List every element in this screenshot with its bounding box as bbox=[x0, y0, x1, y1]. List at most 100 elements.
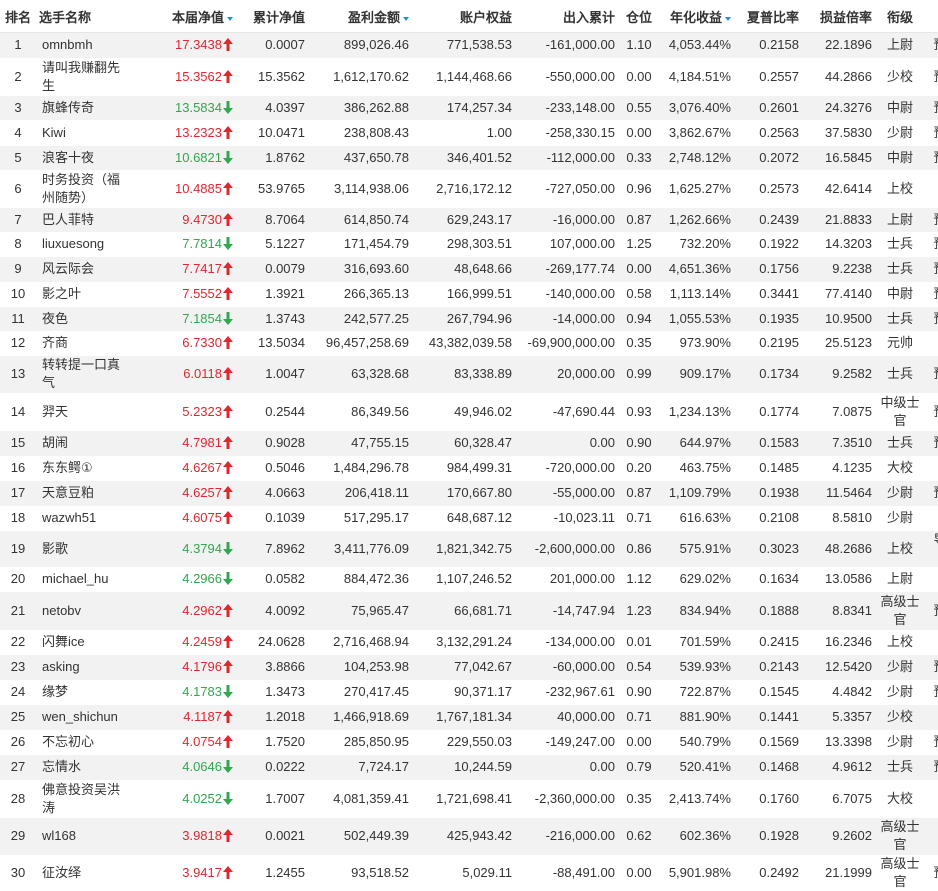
table-row[interactable]: 27 忘情水 4.0646 0.0222 7,724.17 10,244.59 0.00 0.… bbox=[0, 754, 938, 780]
player-name[interactable]: 转转提一口真气 bbox=[42, 357, 120, 390]
player-name[interactable]: 胡闹 bbox=[42, 435, 68, 450]
table-row[interactable]: 12 齐商 6.7330 13.5034 96,457,258.69 43,382,039… bbox=[0, 330, 938, 356]
player-name-cell[interactable]: 不忘初心 bbox=[36, 729, 128, 755]
player-name[interactable]: Kiwi bbox=[42, 125, 66, 140]
player-name[interactable]: asking bbox=[42, 659, 80, 674]
header-cum-net[interactable]: 累计净值 bbox=[236, 0, 308, 33]
header-position[interactable]: 仓位 bbox=[618, 0, 660, 33]
header-player[interactable]: 选手名称 bbox=[36, 0, 128, 33]
player-name[interactable]: liuxuesong bbox=[42, 236, 104, 251]
table-row[interactable]: 15 胡闹 4.7981 0.9028 47,755.15 60,328.47 0.00 0.… bbox=[0, 430, 938, 456]
player-name[interactable]: 闪舞ice bbox=[42, 634, 85, 649]
player-name[interactable]: 佛意投资吴洪涛 bbox=[42, 782, 120, 815]
player-name-cell[interactable]: michael_hu bbox=[36, 566, 128, 592]
player-name[interactable]: omnbmh bbox=[42, 37, 93, 52]
player-name-cell[interactable]: netobv bbox=[36, 591, 128, 630]
player-name-cell[interactable]: 佛意投资吴洪涛 bbox=[36, 779, 128, 818]
player-name-cell[interactable]: 征汝绎 bbox=[36, 854, 128, 891]
table-row[interactable]: 20 michael_hu 4.2966 0.0582 884,472.36 1,107,… bbox=[0, 566, 938, 592]
table-row[interactable]: 3 旗蜂传奇 13.5834 4.0397 386,262.88 174,257.34 -2… bbox=[0, 95, 938, 120]
player-name-cell[interactable]: 忘情水 bbox=[36, 754, 128, 780]
player-name[interactable]: wl168 bbox=[42, 828, 76, 843]
table-row[interactable]: 23 asking 4.1796 3.8866 104,253.98 77,042.67 -… bbox=[0, 654, 938, 680]
header-branch[interactable]: 军种 bbox=[925, 0, 938, 33]
player-name[interactable]: 风云际会 bbox=[42, 261, 94, 276]
table-row[interactable]: 14 羿天 5.2323 0.2544 86,349.56 49,946.02 -47,69… bbox=[0, 392, 938, 431]
player-name-cell[interactable]: 夜色 bbox=[36, 306, 128, 331]
player-name[interactable]: 征汝绎 bbox=[42, 865, 81, 880]
player-name-cell[interactable]: 旗蜂传奇 bbox=[36, 95, 128, 120]
player-name-cell[interactable]: wl168 bbox=[36, 817, 128, 855]
player-name[interactable]: 影之叶 bbox=[42, 286, 81, 301]
player-name[interactable]: 缘梦 bbox=[42, 684, 68, 699]
player-name-cell[interactable]: 时务投资（福州随势） bbox=[36, 169, 128, 208]
player-name-cell[interactable]: liuxuesong bbox=[36, 231, 128, 257]
player-name[interactable]: 巴人菲特 bbox=[42, 212, 94, 227]
table-row[interactable]: 4 Kiwi 13.2323 10.0471 238,808.43 1.00 -258,33… bbox=[0, 119, 938, 146]
player-name[interactable]: 羿天 bbox=[42, 404, 68, 419]
player-name-cell[interactable]: 浪客十夜 bbox=[36, 145, 128, 170]
header-profit[interactable]: 盈利金额 bbox=[308, 0, 412, 33]
header-sharpe[interactable]: 夏普比率 bbox=[734, 0, 802, 33]
table-row[interactable]: 19 影歌 4.3794 7.8962 3,411,776.09 1,821,342.75… bbox=[0, 530, 938, 567]
table-row[interactable]: 7 巴人菲特 9.4730 8.7064 614,850.74 629,243.17 -16… bbox=[0, 207, 938, 232]
player-name[interactable]: michael_hu bbox=[42, 571, 109, 586]
table-row[interactable]: 16 东东鳄① 4.6267 0.5046 1,484,296.78 984,499.31… bbox=[0, 455, 938, 481]
player-name-cell[interactable]: 齐商 bbox=[36, 330, 128, 356]
header-rank[interactable]: 排名 bbox=[0, 0, 36, 33]
player-name-cell[interactable]: 胡闹 bbox=[36, 430, 128, 456]
table-row[interactable]: 6 时务投资（福州随势） 10.4885 53.9765 3,114,938.06 2,7… bbox=[0, 169, 938, 208]
player-name[interactable]: 忘情水 bbox=[42, 759, 81, 774]
player-name-cell[interactable]: 羿天 bbox=[36, 392, 128, 431]
table-row[interactable]: 9 风云际会 7.7417 0.0079 316,693.60 48,648.66 -269… bbox=[0, 256, 938, 282]
table-row[interactable]: 5 浪客十夜 10.6821 1.8762 437,650.78 346,401.52 -1… bbox=[0, 145, 938, 170]
player-name[interactable]: 浪客十夜 bbox=[42, 150, 94, 165]
player-name-cell[interactable]: 东东鳄① bbox=[36, 455, 128, 481]
player-name[interactable]: 时务投资（福州随势） bbox=[42, 172, 120, 205]
table-row[interactable]: 10 影之叶 7.5552 1.3921 266,365.13 166,999.51 -14… bbox=[0, 281, 938, 307]
table-row[interactable]: 24 缘梦 4.1783 1.3473 270,417.45 90,371.17 -232,… bbox=[0, 679, 938, 705]
table-row[interactable]: 18 wazwh51 4.6075 0.1039 517,295.17 648,687.1… bbox=[0, 505, 938, 531]
table-row[interactable]: 1 omnbmh 17.3438 0.0007 899,026.46 771,538.53… bbox=[0, 32, 938, 58]
player-name-cell[interactable]: wazwh51 bbox=[36, 505, 128, 531]
player-name[interactable]: 天意豆粕 bbox=[42, 485, 94, 500]
player-name[interactable]: netobv bbox=[42, 603, 81, 618]
player-name-cell[interactable]: 缘梦 bbox=[36, 679, 128, 705]
header-equity[interactable]: 账户权益 bbox=[412, 0, 515, 33]
header-pl-ratio[interactable]: 损益倍率 bbox=[802, 0, 875, 33]
player-name[interactable]: 夜色 bbox=[42, 311, 68, 326]
table-row[interactable]: 8 liuxuesong 7.7814 5.1227 171,454.79 298,303… bbox=[0, 231, 938, 257]
player-name[interactable]: 不忘初心 bbox=[42, 734, 94, 749]
player-name[interactable]: wazwh51 bbox=[42, 510, 96, 525]
player-name-cell[interactable]: 影歌 bbox=[36, 530, 128, 567]
table-row[interactable]: 13 转转提一口真气 6.0118 1.0047 63,328.68 83,338.89 2… bbox=[0, 355, 938, 393]
player-name-cell[interactable]: wen_shichun bbox=[36, 704, 128, 730]
player-name[interactable]: wen_shichun bbox=[42, 709, 118, 724]
table-row[interactable]: 21 netobv 4.2962 4.0092 75,965.47 66,681.71 -1… bbox=[0, 591, 938, 630]
player-name[interactable]: 旗蜂传奇 bbox=[42, 100, 94, 115]
player-name-cell[interactable]: 影之叶 bbox=[36, 281, 128, 307]
player-name-cell[interactable]: 闪舞ice bbox=[36, 629, 128, 655]
table-row[interactable]: 30 征汝绎 3.9417 1.2455 93,518.52 5,029.11 -88,49… bbox=[0, 854, 938, 891]
player-name-cell[interactable]: 天意豆粕 bbox=[36, 480, 128, 506]
player-name-cell[interactable]: 风云际会 bbox=[36, 256, 128, 282]
player-name[interactable]: 东东鳄① bbox=[42, 460, 93, 475]
player-name-cell[interactable]: asking bbox=[36, 654, 128, 680]
table-row[interactable]: 17 天意豆粕 4.6257 4.0663 206,418.11 170,667.80 -5… bbox=[0, 480, 938, 506]
player-name-cell[interactable]: Kiwi bbox=[36, 119, 128, 146]
player-name-cell[interactable]: 转转提一口真气 bbox=[36, 355, 128, 393]
player-name-cell[interactable]: omnbmh bbox=[36, 32, 128, 58]
table-row[interactable]: 2 请叫我赚翻先生 15.3562 15.3562 1,612,170.62 1,144,… bbox=[0, 57, 938, 96]
header-annual[interactable]: 年化收益 bbox=[660, 0, 734, 33]
header-net-value[interactable]: 本届净值 bbox=[128, 0, 236, 33]
table-row[interactable]: 11 夜色 7.1854 1.3743 242,577.25 267,794.96 -14,… bbox=[0, 306, 938, 331]
header-rank-title[interactable]: 衔级 bbox=[875, 0, 925, 33]
table-row[interactable]: 26 不忘初心 4.0754 1.7520 285,850.95 229,550.03 -1… bbox=[0, 729, 938, 755]
table-row[interactable]: 28 佛意投资吴洪涛 4.0252 1.7007 4,081,359.41 1,721,6… bbox=[0, 779, 938, 818]
player-name[interactable]: 请叫我赚翻先生 bbox=[42, 60, 120, 93]
table-row[interactable]: 25 wen_shichun 4.1187 1.2018 1,466,918.69 1,7… bbox=[0, 704, 938, 730]
player-name[interactable]: 齐商 bbox=[42, 335, 68, 350]
player-name-cell[interactable]: 请叫我赚翻先生 bbox=[36, 57, 128, 96]
player-name-cell[interactable]: 巴人菲特 bbox=[36, 207, 128, 232]
header-flow[interactable]: 出入累计 bbox=[515, 0, 618, 33]
